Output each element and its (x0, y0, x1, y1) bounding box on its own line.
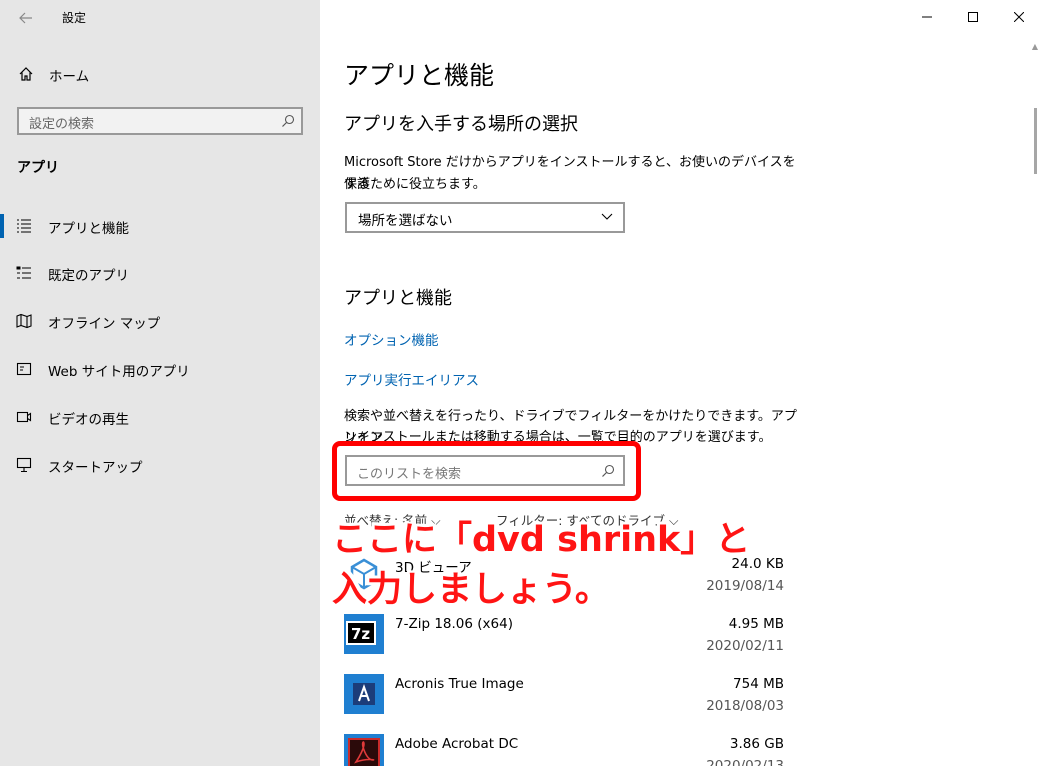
install-source-heading: アプリを入手する場所の選択 (344, 114, 578, 135)
sidebar-item-apps-features[interactable]: アプリと機能 (0, 206, 320, 246)
main-content: ▲ アプリと機能 アプリを入手する場所の選択 Microsoft Store だ… (320, 0, 1042, 766)
app-date: 2018/08/03 (706, 698, 784, 714)
sidebar-item-label: 既定のアプリ (48, 268, 129, 284)
app-list-item[interactable]: Acronis True Image 754 MB 2018/08/03 (344, 670, 784, 726)
app-date: 2020/02/11 (706, 638, 784, 654)
settings-search-input[interactable]: 設定の検索 (17, 107, 303, 135)
sidebar-item-startup[interactable]: スタートアップ (0, 445, 320, 485)
maximize-icon (968, 12, 978, 22)
annotation-text: ここに「dvd shrink」と 入力しましょう。 (332, 515, 750, 615)
default-apps-icon (16, 266, 31, 279)
list-icon (17, 219, 31, 233)
acronis-icon (344, 674, 384, 714)
app-name: Adobe Acrobat DC (395, 736, 519, 752)
video-icon (16, 411, 32, 423)
search-icon (282, 114, 295, 127)
back-button[interactable] (8, 4, 44, 32)
acrobat-icon (344, 734, 384, 766)
sidebar-item-label: ビデオの再生 (48, 412, 129, 428)
sidebar-home[interactable]: ホーム (0, 58, 320, 90)
scroll-up-arrow-icon[interactable]: ▲ (1032, 42, 1038, 51)
optional-features-link[interactable]: オプション機能 (344, 329, 439, 349)
close-button[interactable] (996, 6, 1042, 28)
website-app-icon (16, 362, 32, 376)
sidebar-item-offline-maps[interactable]: オフライン マップ (0, 301, 320, 341)
sidebar: 設定 ホーム 設定の検索 アプリ アプリと機能 既定のアプリ オフライン マップ… (0, 0, 320, 766)
minimize-icon (922, 16, 932, 18)
sidebar-section-heading: アプリ (17, 160, 59, 176)
window-title: 設定 (62, 11, 87, 25)
app-execution-alias-link[interactable]: アプリ実行エイリアス (344, 369, 479, 389)
close-icon (1014, 12, 1024, 22)
sidebar-item-label: スタートアップ (48, 460, 143, 476)
window-controls (882, 0, 1042, 34)
home-icon (19, 67, 33, 81)
app-list-item[interactable]: 7z 7-Zip 18.06 (x64) 4.95 MB 2020/02/11 (344, 610, 784, 666)
page-title: アプリと機能 (344, 61, 495, 90)
sidebar-item-video-playback[interactable]: ビデオの再生 (0, 397, 320, 437)
back-arrow-icon (19, 12, 32, 24)
settings-search-placeholder: 設定の検索 (29, 117, 95, 132)
svg-text:7z: 7z (351, 625, 370, 643)
sidebar-item-label: Web サイト用のアプリ (48, 364, 190, 380)
install-source-description-line2: するために役立ちます。 (344, 177, 486, 192)
map-icon (16, 313, 32, 329)
app-date: 2020/02/13 (706, 758, 784, 766)
sidebar-item-website-apps[interactable]: Web サイト用のアプリ (0, 349, 320, 389)
install-source-dropdown-value: 場所を選ばない (358, 213, 453, 229)
app-name: 7-Zip 18.06 (x64) (395, 616, 513, 632)
app-name: Acronis True Image (395, 676, 524, 692)
scrollbar-thumb[interactable] (1034, 108, 1037, 174)
sidebar-item-label: オフライン マップ (48, 316, 161, 332)
minimize-button[interactable] (904, 6, 950, 28)
app-list-item[interactable]: Adobe Acrobat DC 3.86 GB 2020/02/13 (344, 730, 784, 766)
maximize-button[interactable] (950, 6, 996, 28)
sidebar-item-label: アプリと機能 (48, 221, 129, 237)
search-highlight-box (332, 441, 641, 501)
sidebar-item-default-apps[interactable]: 既定のアプリ (0, 253, 320, 293)
home-label: ホーム (49, 69, 90, 85)
annotation-line1: ここに「dvd shrink」と (332, 520, 751, 560)
chevron-down-icon (601, 213, 613, 220)
titlebar-left: 設定 (0, 0, 320, 36)
annotation-line2: 入力しましょう。 (332, 570, 610, 610)
apps-features-heading: アプリと機能 (344, 288, 452, 309)
7zip-icon: 7z (344, 614, 384, 654)
app-size: 4.95 MB (728, 616, 784, 632)
app-size: 3.86 GB (729, 736, 784, 752)
install-source-dropdown[interactable]: 場所を選ばない (345, 202, 625, 233)
startup-icon (16, 457, 32, 473)
app-size: 754 MB (733, 676, 784, 692)
